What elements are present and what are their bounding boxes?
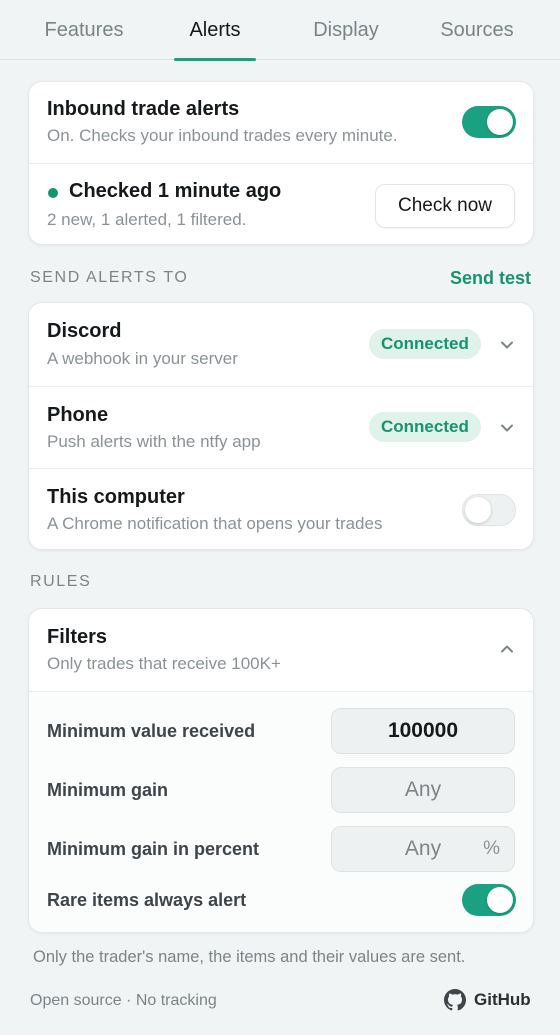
rare-items-toggle[interactable]: [462, 884, 516, 916]
toggle-knob: [465, 497, 491, 523]
discord-subtitle: A webhook in your server: [47, 349, 238, 368]
min-gain-text: Any: [404, 778, 442, 801]
check-status-title: Checked 1 minute ago: [69, 180, 282, 202]
inbound-alerts-toggle[interactable]: [462, 106, 516, 138]
chevron-down-icon[interactable]: [497, 335, 517, 355]
filters-title: Filters: [47, 626, 108, 648]
min-gain-percent-input[interactable]: Any%: [331, 826, 515, 872]
inbound-alerts-card: Inbound trade alerts On. Checks your inb…: [28, 81, 534, 245]
min-value-label: Minimum value received: [47, 721, 256, 741]
phone-status-badge: Connected: [369, 412, 481, 442]
phone-subtitle: Push alerts with the ntfy app: [47, 432, 261, 451]
tab-bar: Features Alerts Display Sources: [0, 0, 560, 61]
min-value-text: 100000: [387, 719, 459, 742]
toggle-knob: [487, 109, 513, 135]
inbound-alerts-title: Inbound trade alerts: [47, 98, 240, 120]
inbound-alerts-row: Inbound trade alerts On. Checks your inb…: [29, 82, 533, 163]
filters-card: Filters Only trades that receive 100K+ M…: [28, 608, 534, 933]
rare-items-label: Rare items always alert: [47, 890, 247, 910]
destination-this-computer: This computer A Chrome notification that…: [29, 468, 533, 549]
toggle-knob: [487, 887, 513, 913]
tab-alerts[interactable]: Alerts: [174, 0, 256, 61]
min-gain-input[interactable]: Any: [331, 767, 515, 813]
tab-features[interactable]: Features: [18, 0, 150, 60]
min-gain-percent-text: Any: [404, 837, 442, 860]
filters-subtitle: Only trades that receive 100K+: [47, 654, 281, 673]
github-link[interactable]: GitHub: [444, 989, 531, 1011]
tab-display[interactable]: Display: [286, 0, 406, 60]
filters-body: Minimum value received 100000 Minimum ga…: [29, 691, 533, 932]
status-dot: [48, 188, 58, 198]
destination-discord[interactable]: Discord A webhook in your server Connect…: [29, 303, 533, 386]
check-status-summary: 2 new, 1 alerted, 1 filtered.: [47, 210, 247, 229]
inbound-alerts-subtitle: On. Checks your inbound trades every min…: [47, 126, 398, 145]
github-icon: [444, 989, 466, 1011]
send-test-link[interactable]: Send test: [450, 268, 531, 289]
destinations-card: Discord A webhook in your server Connect…: [28, 302, 534, 550]
percent-suffix: %: [483, 838, 500, 859]
chevron-down-icon[interactable]: [497, 418, 517, 438]
discord-status-badge: Connected: [369, 329, 481, 359]
min-value-input[interactable]: 100000: [331, 708, 515, 754]
this-computer-subtitle: A Chrome notification that opens your tr…: [47, 514, 383, 533]
rules-heading: RULES: [30, 573, 92, 590]
tab-sources[interactable]: Sources: [420, 0, 534, 60]
chevron-up-icon[interactable]: [497, 639, 517, 659]
footer-tagline: Open source · No tracking: [30, 992, 217, 1009]
min-gain-label: Minimum gain: [47, 780, 168, 800]
check-now-button[interactable]: Check now: [375, 184, 515, 228]
this-computer-toggle[interactable]: [462, 494, 516, 526]
this-computer-title: This computer: [47, 486, 185, 508]
privacy-note: Only the trader's name, the items and th…: [33, 948, 466, 966]
phone-title: Phone: [47, 404, 109, 426]
check-status-row: Checked 1 minute ago 2 new, 1 alerted, 1…: [29, 163, 533, 244]
discord-title: Discord: [47, 320, 122, 342]
send-alerts-heading: SEND ALERTS TO: [30, 269, 189, 286]
destination-phone[interactable]: Phone Push alerts with the ntfy app Conn…: [29, 386, 533, 468]
github-label: GitHub: [474, 990, 531, 1009]
min-gain-percent-label: Minimum gain in percent: [47, 839, 260, 859]
filters-header[interactable]: Filters Only trades that receive 100K+: [29, 609, 533, 691]
